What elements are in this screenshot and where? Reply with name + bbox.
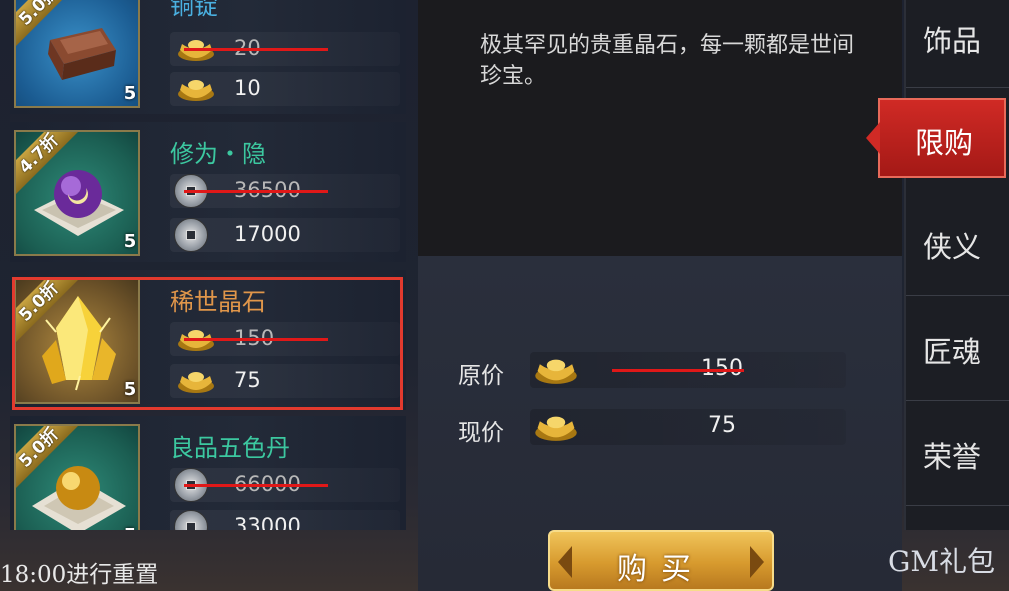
sale-price: 10 xyxy=(234,76,261,100)
gold-ingot-icon xyxy=(535,416,577,441)
strikethrough-line xyxy=(184,48,328,51)
original-price-row: 36500 xyxy=(170,174,400,208)
item-name: 修为・隐 xyxy=(170,140,266,168)
item-name: 铜锭 xyxy=(170,0,218,20)
tab-chivalry[interactable]: 侠义 xyxy=(906,192,1009,296)
list-item[interactable]: 5.0折 5 铜锭 20 10 xyxy=(10,0,406,114)
buy-button-label: 购买 xyxy=(617,552,705,587)
item-quantity: 5 xyxy=(123,83,137,104)
item-thumbnail[interactable]: 5.0折 5 xyxy=(14,0,140,108)
strikethrough-line xyxy=(612,369,744,372)
category-tabs: 饰品 侠义 匠魂 荣誉 xyxy=(904,0,1009,530)
tab-honor[interactable]: 荣誉 xyxy=(906,402,1009,506)
strikethrough-line xyxy=(184,190,328,193)
tab-craft-soul[interactable]: 匠魂 xyxy=(906,297,1009,401)
sale-price: 33000 xyxy=(234,514,301,530)
gold-ingot-icon xyxy=(178,80,214,101)
original-price-row: 20 xyxy=(170,32,400,66)
tab-accessories[interactable]: 饰品 xyxy=(906,0,1009,88)
tab-label: 饰品 xyxy=(922,24,981,58)
strikethrough-line xyxy=(184,484,328,487)
current-price-label: 现价 xyxy=(458,420,504,446)
strikethrough-line xyxy=(184,338,328,341)
sale-price-row: 33000 xyxy=(170,510,400,530)
buy-button[interactable]: 购买 xyxy=(548,530,774,591)
tab-label: 荣誉 xyxy=(922,440,981,474)
gold-ingot-icon xyxy=(178,372,214,393)
sale-price: 75 xyxy=(234,368,261,392)
sale-price-row: 10 xyxy=(170,72,400,106)
list-item[interactable]: 5.0折 5 良品五色丹 66000 33000 xyxy=(10,416,406,530)
item-quantity: 5 xyxy=(123,231,137,252)
list-item-selected[interactable]: 5.0折 5 稀世晶石 150 75 xyxy=(10,270,406,410)
original-price-bar: 150 xyxy=(530,352,846,388)
tab-label: 匠魂 xyxy=(922,335,981,369)
silver-coin-icon xyxy=(174,510,208,530)
list-item[interactable]: 4.7折 5 修为・隐 36500 17000 xyxy=(10,122,406,262)
silver-coin-icon xyxy=(174,218,208,252)
tab-label: 限购 xyxy=(914,126,973,160)
item-name: 稀世晶石 xyxy=(170,288,266,316)
item-name: 良品五色丹 xyxy=(170,434,290,462)
description-box: 极其罕见的贵重晶石，每一颗都是世间珍宝。 xyxy=(418,0,902,256)
item-thumbnail[interactable]: 5.0折 5 xyxy=(14,424,140,530)
sale-price-row: 75 xyxy=(170,364,400,398)
current-price-bar: 75 xyxy=(530,409,846,445)
item-detail-panel: 极其罕见的贵重晶石，每一颗都是世间珍宝。 原价 150 现价 75 购买 xyxy=(418,0,902,591)
tab-label: 侠义 xyxy=(922,230,981,264)
item-description: 极其罕见的贵重晶石，每一颗都是世间珍宝。 xyxy=(480,33,855,89)
item-thumbnail[interactable]: 5.0折 5 xyxy=(14,278,140,404)
gold-ingot-icon xyxy=(535,359,577,384)
original-price-row: 66000 xyxy=(170,468,400,502)
detail-current-price: 75 xyxy=(708,413,736,438)
sale-price: 17000 xyxy=(234,222,301,246)
sale-price-row: 17000 xyxy=(170,218,400,252)
reset-time-note: 18:00进行重置 xyxy=(0,562,159,588)
original-price-label: 原价 xyxy=(458,363,504,389)
item-thumbnail[interactable]: 4.7折 5 xyxy=(14,130,140,256)
original-price-row: 150 xyxy=(170,322,400,356)
item-quantity: 5 xyxy=(120,525,138,530)
tab-limited-purchase[interactable]: 限购 xyxy=(866,98,1006,178)
item-list[interactable]: 5.0折 5 铜锭 20 10 4.7折 5 修为・隐 36500 17000 … xyxy=(0,0,412,530)
item-quantity: 5 xyxy=(123,379,137,400)
gm-gift-pack-button[interactable]: GM礼包 xyxy=(888,540,995,580)
